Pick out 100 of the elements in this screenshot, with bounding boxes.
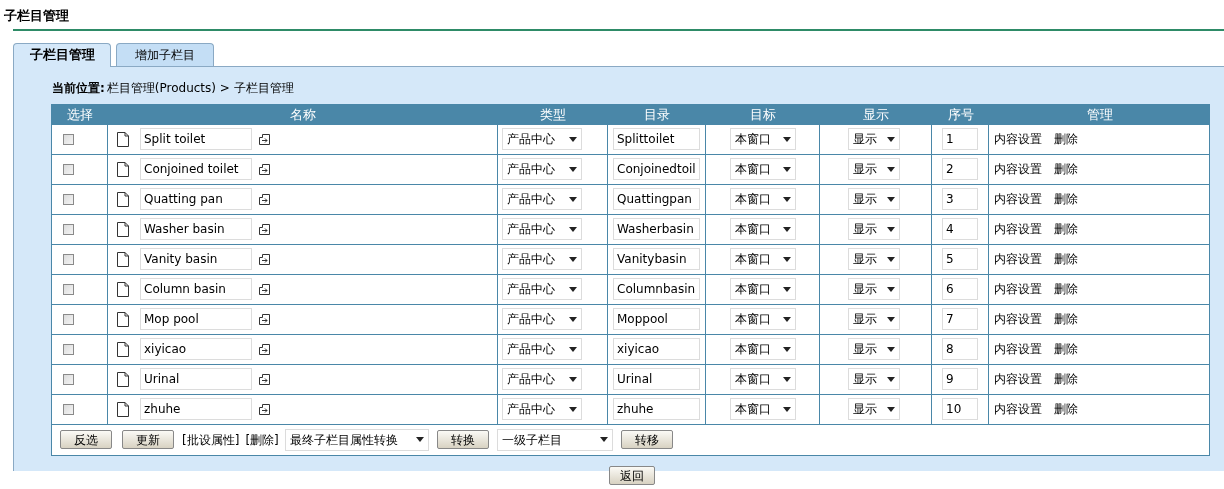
name-field[interactable]: Vanity basin <box>140 248 252 270</box>
type-select[interactable]: 产品中心 <box>502 158 582 180</box>
name-field[interactable]: Quatting pan <box>140 188 252 210</box>
name-field[interactable]: Washer basin <box>140 218 252 240</box>
target-select[interactable]: 本窗口 <box>730 248 796 270</box>
action-button[interactable]: 更新 <box>122 430 174 449</box>
display-select[interactable]: 显示 <box>848 128 900 150</box>
type-select[interactable]: 产品中心 <box>502 128 582 150</box>
action-link[interactable]: 删除 <box>1054 340 1078 358</box>
directory-field[interactable]: Quattingpan <box>613 188 700 210</box>
name-field[interactable]: xiyicao <box>140 338 252 360</box>
checkbox[interactable] <box>63 313 74 325</box>
action-link[interactable]: 内容设置 <box>994 340 1042 358</box>
action-link[interactable]: 内容设置 <box>994 250 1042 268</box>
dropdown-select[interactable]: 最终子栏目属性转换 <box>284 428 429 451</box>
checkbox[interactable] <box>63 193 74 205</box>
type-select[interactable]: 产品中心 <box>502 248 582 270</box>
name-field[interactable]: zhuhe <box>140 398 252 420</box>
target-select[interactable]: 本窗口 <box>730 368 796 390</box>
display-select[interactable]: 显示 <box>848 398 900 420</box>
order-field[interactable]: 2 <box>942 158 978 180</box>
square-arrow-icon[interactable] <box>259 223 270 235</box>
checkbox[interactable] <box>63 133 74 145</box>
name-field[interactable]: Mop pool <box>140 308 252 330</box>
target-select[interactable]: 本窗口 <box>730 398 796 420</box>
checkbox[interactable] <box>63 163 74 175</box>
square-arrow-icon[interactable] <box>259 253 270 265</box>
directory-field[interactable]: zhuhe <box>613 398 700 420</box>
directory-field[interactable]: Moppool <box>613 308 700 330</box>
order-field[interactable]: 5 <box>942 248 978 270</box>
square-arrow-icon[interactable] <box>259 343 270 355</box>
checkbox[interactable] <box>63 403 74 415</box>
name-field[interactable]: Column basin <box>140 278 252 300</box>
action-link[interactable]: 内容设置 <box>994 370 1042 388</box>
action-link[interactable]: 删除 <box>1054 370 1078 388</box>
name-field[interactable]: Urinal <box>140 368 252 390</box>
action-link[interactable]: 内容设置 <box>994 220 1042 238</box>
action-link[interactable]: 删除 <box>1054 190 1078 208</box>
checkbox[interactable] <box>63 283 74 295</box>
display-select[interactable]: 显示 <box>848 158 900 180</box>
checkbox[interactable] <box>63 223 74 235</box>
action-link[interactable]: 删除 <box>1054 400 1078 418</box>
display-select[interactable]: 显示 <box>848 248 900 270</box>
type-select[interactable]: 产品中心 <box>502 338 582 360</box>
square-arrow-icon[interactable] <box>259 133 270 145</box>
order-field[interactable]: 7 <box>942 308 978 330</box>
action-link[interactable]: [批设属性] <box>182 430 240 449</box>
action-link[interactable]: 内容设置 <box>994 190 1042 208</box>
order-field[interactable]: 1 <box>942 128 978 150</box>
dropdown-select[interactable]: 一级子栏目 <box>496 428 613 451</box>
order-field[interactable]: 6 <box>942 278 978 300</box>
action-link[interactable]: [删除] <box>245 430 279 449</box>
action-link[interactable]: 删除 <box>1054 220 1078 238</box>
display-select[interactable]: 显示 <box>848 278 900 300</box>
target-select[interactable]: 本窗口 <box>730 128 796 150</box>
type-select[interactable]: 产品中心 <box>502 278 582 300</box>
square-arrow-icon[interactable] <box>259 193 270 205</box>
target-select[interactable]: 本窗口 <box>730 308 796 330</box>
action-link[interactable]: 内容设置 <box>994 130 1042 148</box>
checkbox[interactable] <box>63 253 74 265</box>
tab[interactable]: 增加子栏目 <box>116 42 214 66</box>
action-button[interactable]: 转移 <box>620 430 673 449</box>
type-select[interactable]: 产品中心 <box>502 368 582 390</box>
square-arrow-icon[interactable] <box>259 403 270 415</box>
order-field[interactable]: 9 <box>942 368 978 390</box>
action-link[interactable]: 删除 <box>1054 250 1078 268</box>
target-select[interactable]: 本窗口 <box>730 188 796 210</box>
action-link[interactable]: 删除 <box>1054 160 1078 178</box>
target-select[interactable]: 本窗口 <box>730 158 796 180</box>
target-select[interactable]: 本窗口 <box>730 218 796 240</box>
directory-field[interactable]: Conjoinedtoil <box>613 158 700 180</box>
square-arrow-icon[interactable] <box>259 373 270 385</box>
action-link[interactable]: 内容设置 <box>994 310 1042 328</box>
back-button[interactable]: 返回 <box>608 465 655 485</box>
directory-field[interactable]: Splittoilet <box>613 128 700 150</box>
action-link[interactable]: 内容设置 <box>994 160 1042 178</box>
type-select[interactable]: 产品中心 <box>502 218 582 240</box>
directory-field[interactable]: Urinal <box>613 368 700 390</box>
action-link[interactable]: 内容设置 <box>994 400 1042 418</box>
order-field[interactable]: 8 <box>942 338 978 360</box>
directory-field[interactable]: xiyicao <box>613 338 700 360</box>
display-select[interactable]: 显示 <box>848 218 900 240</box>
square-arrow-icon[interactable] <box>259 283 270 295</box>
square-arrow-icon[interactable] <box>259 313 270 325</box>
display-select[interactable]: 显示 <box>848 368 900 390</box>
action-link[interactable]: 删除 <box>1054 130 1078 148</box>
order-field[interactable]: 3 <box>942 188 978 210</box>
tab[interactable]: 子栏目管理 <box>13 42 111 67</box>
target-select[interactable]: 本窗口 <box>730 278 796 300</box>
order-field[interactable]: 10 <box>942 398 978 420</box>
name-field[interactable]: Split toilet <box>140 128 252 150</box>
type-select[interactable]: 产品中心 <box>502 188 582 210</box>
checkbox[interactable] <box>63 343 74 355</box>
display-select[interactable]: 显示 <box>848 188 900 210</box>
type-select[interactable]: 产品中心 <box>502 398 582 420</box>
name-field[interactable]: Conjoined toilet <box>140 158 252 180</box>
action-button[interactable]: 反选 <box>60 430 112 449</box>
type-select[interactable]: 产品中心 <box>502 308 582 330</box>
display-select[interactable]: 显示 <box>848 338 900 360</box>
action-link[interactable]: 删除 <box>1054 280 1078 298</box>
